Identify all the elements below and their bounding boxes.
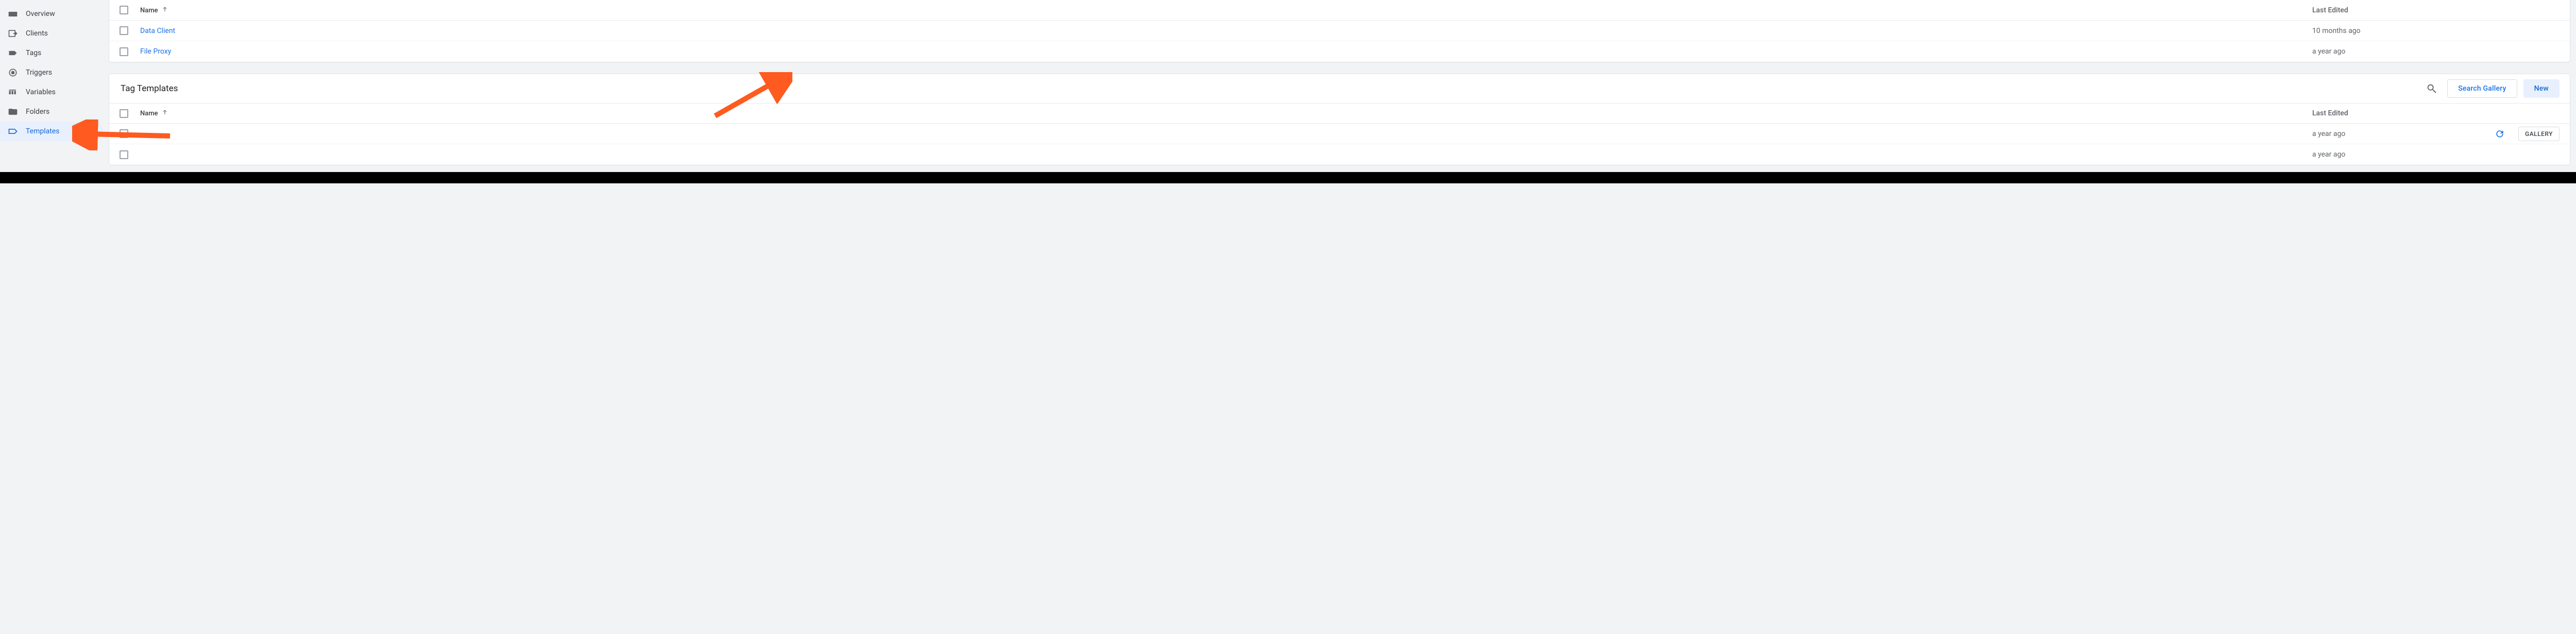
main-content: Name Last Edited Data Client 10 months a… bbox=[103, 0, 2576, 183]
folders-icon bbox=[7, 106, 19, 117]
sidebar: Overview Clients Tags Triggers Variables bbox=[0, 0, 103, 183]
row-last-edited: a year ago bbox=[2312, 150, 2345, 159]
sidebar-item-overview[interactable]: Overview bbox=[0, 4, 103, 24]
panel-title: Tag Templates bbox=[121, 83, 178, 94]
tags-icon bbox=[7, 47, 19, 59]
col-last-edited-header[interactable]: Last Edited bbox=[2312, 6, 2487, 14]
sidebar-item-label: Triggers bbox=[26, 68, 52, 77]
new-button[interactable]: New bbox=[2523, 79, 2560, 98]
sidebar-item-templates[interactable]: Templates bbox=[0, 122, 103, 141]
row-name-link[interactable]: Data Client bbox=[140, 27, 175, 35]
sidebar-item-label: Folders bbox=[26, 108, 49, 116]
row-last-edited: a year ago bbox=[2312, 47, 2345, 56]
sidebar-item-label: Tags bbox=[26, 49, 41, 57]
sidebar-item-folders[interactable]: Folders bbox=[0, 102, 103, 122]
sidebar-item-clients[interactable]: Clients bbox=[0, 24, 103, 43]
client-templates-panel: Name Last Edited Data Client 10 months a… bbox=[109, 0, 2570, 62]
row-checkbox[interactable] bbox=[120, 150, 128, 159]
row-last-edited: 10 months ago bbox=[2312, 27, 2361, 35]
table-row[interactable]: Data Client 10 months ago bbox=[109, 21, 2570, 41]
refresh-icon[interactable] bbox=[2493, 127, 2507, 141]
col-name-header[interactable]: Name bbox=[140, 6, 2312, 14]
table-row[interactable]: File Proxy a year ago bbox=[109, 41, 2570, 62]
templates-icon bbox=[7, 126, 19, 137]
col-last-edited-header[interactable]: Last Edited bbox=[2312, 109, 2487, 117]
sidebar-item-label: Clients bbox=[26, 29, 48, 38]
select-all-checkbox[interactable] bbox=[120, 6, 128, 14]
row-last-edited: a year ago bbox=[2312, 130, 2345, 138]
variables-icon bbox=[7, 87, 19, 98]
sidebar-item-label: Templates bbox=[26, 127, 60, 135]
sort-ascending-icon bbox=[162, 110, 168, 117]
sort-ascending-icon bbox=[162, 7, 168, 14]
sidebar-item-label: Variables bbox=[26, 88, 56, 96]
search-icon[interactable] bbox=[2422, 79, 2441, 98]
row-checkbox[interactable] bbox=[120, 47, 128, 56]
table-row[interactable]: a year ago GALLERY bbox=[109, 124, 2570, 144]
triggers-icon bbox=[7, 67, 19, 78]
sidebar-item-triggers[interactable]: Triggers bbox=[0, 63, 103, 82]
sidebar-item-tags[interactable]: Tags bbox=[0, 43, 103, 63]
table-header: Name Last Edited bbox=[109, 103, 2570, 124]
clients-icon bbox=[7, 28, 19, 39]
row-name-link[interactable]: File Proxy bbox=[140, 47, 171, 56]
select-all-checkbox[interactable] bbox=[120, 109, 128, 118]
gallery-button[interactable]: GALLERY bbox=[2518, 127, 2560, 141]
sidebar-item-variables[interactable]: Variables bbox=[0, 82, 103, 102]
table-header: Name Last Edited bbox=[109, 0, 2570, 21]
tag-templates-panel: Tag Templates Search Gallery New Name La… bbox=[109, 74, 2570, 165]
search-gallery-button[interactable]: Search Gallery bbox=[2447, 79, 2517, 98]
panel-header: Tag Templates Search Gallery New bbox=[109, 74, 2570, 103]
col-name-header[interactable]: Name bbox=[140, 109, 2312, 117]
bottom-black-bar bbox=[0, 172, 2576, 183]
table-row[interactable]: a year ago bbox=[109, 144, 2570, 165]
row-checkbox[interactable] bbox=[120, 129, 128, 138]
overview-icon bbox=[7, 8, 19, 20]
row-checkbox[interactable] bbox=[120, 26, 128, 35]
sidebar-item-label: Overview bbox=[26, 10, 55, 18]
